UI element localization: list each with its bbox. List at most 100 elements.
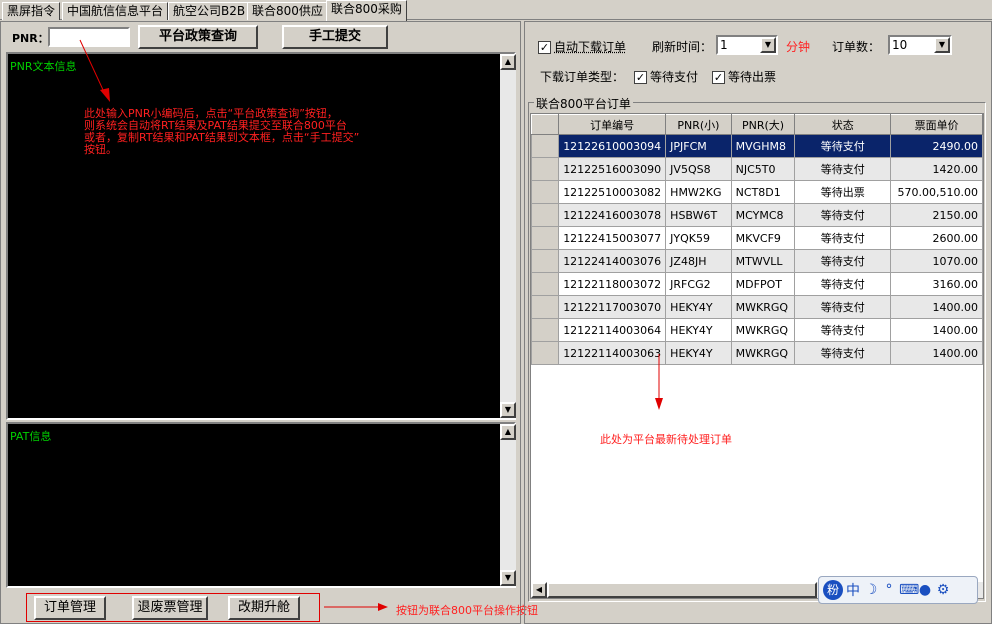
table-row[interactable]: 12122118003072 JRFCG2 MDFPOT 等待支付 3160.00 (531, 272, 983, 296)
refresh-value: 1 (720, 38, 728, 52)
pnr-scrollbar[interactable]: ▲ ▼ (500, 54, 516, 418)
tab-black-screen[interactable]: 黑屏指令 (2, 2, 61, 20)
table-row[interactable]: 12122416003078 HSBW6T MCYMC8 等待支付 2150.00 (531, 203, 983, 227)
table-row[interactable]: 12122610003094 JPJFCM MVGHM8 等待支付 2490.00 (531, 134, 983, 158)
cell-pnr-small: HEKY4Y (665, 318, 732, 342)
chevron-down-icon[interactable]: ▼ (934, 37, 950, 53)
refresh-label: 刷新时间： (652, 40, 713, 54)
column-order-id[interactable]: 订单编号 (558, 114, 667, 135)
row-indicator[interactable] (531, 180, 560, 204)
scroll-up-icon[interactable]: ▲ (500, 54, 516, 70)
cell-price: 1400.00 (890, 341, 983, 365)
order-count-select[interactable]: 10 ▼ (888, 35, 952, 55)
table-row[interactable]: 12122114003064 HEKY4Y MWKRGQ 等待支付 1400.00 (531, 318, 983, 342)
cell-status: 等待支付 (794, 134, 892, 158)
table-row[interactable]: 12122510003082 HMW2KG NCT8D1 等待出票 570.00,510… (531, 180, 983, 204)
cell-pnr-big: MWKRGQ (730, 318, 796, 342)
cell-pnr-big: NCT8D1 (730, 180, 796, 204)
row-indicator[interactable] (531, 341, 560, 365)
order-count-label: 订单数： (832, 40, 881, 54)
checkbox-check-icon[interactable]: ✓ (634, 71, 647, 84)
punctuation-icon[interactable]: ° (881, 582, 897, 598)
column-pnr-small[interactable]: PNR(小) (665, 114, 732, 135)
table-row[interactable]: 12122415003077 JYQK59 MKVCF9 等待支付 2600.00 (531, 226, 983, 250)
row-indicator[interactable] (531, 318, 560, 342)
tab-800-supply[interactable]: 联合800供应 (247, 2, 328, 20)
row-indicator[interactable] (531, 226, 560, 250)
cell-status: 等待出票 (794, 180, 892, 204)
ime-logo-icon[interactable]: 粉 (823, 580, 843, 600)
checkbox-check-icon[interactable]: ✓ (712, 71, 725, 84)
scroll-down-icon[interactable]: ▼ (500, 402, 516, 418)
cell-status: 等待支付 (794, 226, 892, 250)
cell-pnr-small: HEKY4Y (665, 295, 732, 319)
row-indicator[interactable] (531, 134, 560, 158)
pnr-box-label: PNR文本信息 (10, 60, 77, 73)
tab-travelsky[interactable]: 中国航信信息平台 (62, 2, 169, 20)
table-row[interactable]: 12122414003076 JZ48JH MTWVLL 等待支付 1070.00 (531, 249, 983, 273)
chevron-down-icon[interactable]: ▼ (760, 37, 776, 53)
column-pnr-big[interactable]: PNR(大) (730, 114, 796, 135)
pat-box-label: PAT信息 (10, 430, 52, 443)
row-indicator[interactable] (531, 249, 560, 273)
ime-lang-icon[interactable]: 中 (845, 580, 861, 600)
cell-pnr-big: MWKRGQ (730, 341, 796, 365)
row-indicator[interactable] (531, 272, 560, 296)
column-status[interactable]: 状态 (794, 114, 892, 135)
keyboard-icon[interactable]: ⌨ (899, 582, 919, 598)
reschedule-button[interactable]: 改期升舱 (228, 596, 300, 620)
cell-price: 2600.00 (890, 226, 983, 250)
cell-status: 等待支付 (794, 157, 892, 181)
table-row[interactable]: 12122114003063 HEKY4Y MWKRGQ 等待支付 1400.00 (531, 341, 983, 365)
annotation-arrow-icon (79, 39, 110, 102)
header-indicator (531, 114, 560, 135)
table-row[interactable]: 12122117003070 HEKY4Y MWKRGQ 等待支付 1400.00 (531, 295, 983, 319)
refresh-select[interactable]: 1 ▼ (716, 35, 778, 55)
gear-icon[interactable]: ⚙ (935, 582, 951, 598)
refresh-unit: 分钟 (786, 40, 811, 54)
scroll-up-icon[interactable]: ▲ (500, 424, 516, 440)
wait-pay-checkbox[interactable]: ✓ 等待支付 (634, 68, 698, 85)
orders-group-title: 联合800平台订单 (534, 95, 633, 112)
cell-order-id: 12122610003094 (558, 134, 667, 158)
pat-scrollbar[interactable]: ▲ ▼ (500, 424, 516, 586)
moon-icon[interactable]: ☽ (863, 582, 879, 598)
table-annotation: 此处为平台最新待处理订单 (600, 433, 732, 446)
cell-pnr-small: JPJFCM (665, 134, 732, 158)
row-indicator[interactable] (531, 295, 560, 319)
pat-text-area[interactable]: PAT信息 ▲ ▼ (6, 422, 516, 588)
tab-airline-b2b[interactable]: 航空公司B2B (168, 2, 251, 20)
scroll-down-icon[interactable]: ▼ (500, 570, 516, 586)
manual-submit-button[interactable]: 手工提交 (282, 25, 388, 49)
annotation-line: 或者，复制RT结果和PAT结果到文本框，点击“手工提交” (84, 131, 360, 144)
pnr-annotation: 此处输入PNR小编码后，点击“平台政策查询”按钮， 则系统会自动将RT结果及PA… (84, 108, 359, 156)
scroll-thumb[interactable] (547, 582, 817, 598)
cell-pnr-big: MVGHM8 (730, 134, 796, 158)
policy-query-button[interactable]: 平台政策查询 (138, 25, 258, 49)
column-price[interactable]: 票面单价 (890, 114, 983, 135)
row-indicator[interactable] (531, 157, 560, 181)
cell-order-id: 12122416003078 (558, 203, 667, 227)
bottom-annotation: 按钮为联合800平台操作按钮 (396, 604, 538, 617)
cell-status: 等待支付 (794, 318, 892, 342)
ime-toolbar[interactable]: 粉 中 ☽ ° ⌨ ● ⚙ (818, 576, 978, 604)
row-indicator[interactable] (531, 203, 560, 227)
order-manage-button[interactable]: 订单管理 (34, 596, 106, 620)
wait-issue-checkbox[interactable]: ✓ 等待出票 (712, 68, 776, 85)
checkbox-check-icon[interactable]: ✓ (538, 41, 551, 54)
refund-manage-button[interactable]: 退废票管理 (132, 596, 208, 620)
cell-order-id: 12122118003072 (558, 272, 667, 296)
table-row[interactable]: 12122516003090 JV5QS8 NJC5T0 等待支付 1420.00 (531, 157, 983, 181)
microphone-icon[interactable]: ● (917, 582, 933, 598)
auto-download-checkbox[interactable]: ✓ 自动下载订单 (538, 38, 626, 55)
cell-pnr-small: JYQK59 (665, 226, 732, 250)
orders-table: 订单编号 PNR(小) PNR(大) 状态 票面单价 1212261000309… (531, 114, 983, 365)
cell-pnr-big: MDFPOT (730, 272, 796, 296)
tab-800-purchase[interactable]: 联合800采购 (326, 0, 407, 21)
orders-grid[interactable]: 订单编号 PNR(小) PNR(大) 状态 票面单价 1212261000309… (530, 113, 984, 599)
cell-price: 1070.00 (890, 249, 983, 273)
cell-order-id: 12122414003076 (558, 249, 667, 273)
cell-status: 等待支付 (794, 295, 892, 319)
scroll-left-icon[interactable]: ◀ (531, 582, 547, 598)
cell-price: 570.00,510.00 (890, 180, 983, 204)
